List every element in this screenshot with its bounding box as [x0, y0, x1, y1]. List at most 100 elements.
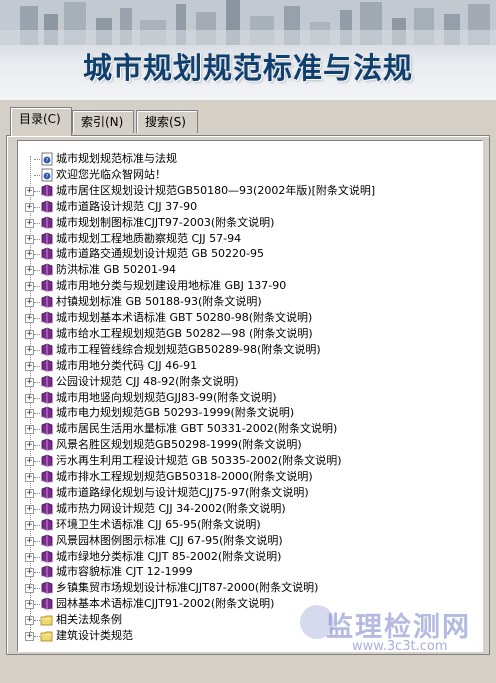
expand-toggle-icon[interactable]: +	[25, 218, 34, 228]
book-icon	[41, 391, 53, 405]
tree-item[interactable]: + 城市用地分类与规划建设用地标准 GBJ 137-90	[18, 278, 478, 294]
tree-item-label: 城市热力网设计规范 CJJ 34-2002(附条文说明)	[56, 501, 286, 515]
tree-item[interactable]: + 城市工程管线综合规划规范GB50289-98(附条文说明)	[18, 342, 478, 358]
expand-toggle-icon[interactable]: +	[25, 377, 34, 387]
expand-toggle-icon[interactable]: +	[25, 552, 34, 562]
book-icon	[41, 581, 53, 595]
tree-item-label: 城市规划工程地质勘察规范 CJJ 57-94	[56, 231, 242, 245]
expand-toggle-icon[interactable]: +	[25, 584, 34, 594]
book-icon	[41, 454, 53, 468]
city-skyline-image	[0, 0, 496, 45]
tree-item[interactable]: + 城市道路交通规划设计规范 GB 50220-95	[18, 246, 478, 262]
tree-item[interactable]: + 村镇规划标准 GB 50188-93(附条文说明)	[18, 294, 478, 310]
tab-search[interactable]: 搜索(S)	[136, 110, 198, 133]
book-icon	[41, 263, 53, 277]
tree-item[interactable]: + 城市电力规划规范GB 50293-1999(附条文说明)	[18, 405, 478, 421]
expand-toggle-icon[interactable]: +	[25, 488, 34, 498]
tree-item-label: 城市规划基本术语标准 GBT 50280-98(附条文说明)	[56, 311, 313, 324]
tree-item[interactable]: + 城市居民生活用水量标准 GBT 50331-2002(附条文说明)	[18, 421, 478, 437]
tree-item[interactable]: + 城市道路绿化规划与设计规范CJJ75-97(附条文说明)	[18, 485, 478, 501]
contents-tree[interactable]: ? 城市规划规范标准与法规? 欢迎您光临众智网站！ + 城市居住区规划设计规范GB501…	[17, 140, 483, 652]
expand-toggle-icon[interactable]: +	[25, 250, 34, 260]
tree-item-label: 乡镇集贸市场规划设计标准CJJT87-2000(附条文说明)	[56, 581, 319, 595]
book-icon	[41, 597, 53, 611]
expand-toggle-icon[interactable]: +	[25, 186, 34, 196]
tree-item-label: 风景园林图例图示标准 CJJ 67-95(附条文说明)	[56, 533, 283, 547]
expand-toggle-icon[interactable]: +	[25, 616, 34, 626]
book-icon	[41, 216, 53, 230]
tree-item[interactable]: + 城市规划制图标准CJJT97-2003(附条文说明)	[18, 215, 478, 231]
tree-item[interactable]: + 防洪标准 GB 50201-94	[18, 262, 478, 278]
help-page-icon: ?	[41, 152, 53, 166]
book-icon	[41, 518, 53, 532]
tree-item-label: 城市规划制图标准CJJT97-2003(附条文说明)	[56, 215, 275, 229]
tree-item[interactable]: + 环境卫生术语标准 CJJ 65-95(附条文说明)	[18, 517, 478, 533]
contents-panel: ? 城市规划规范标准与法规? 欢迎您光临众智网站！ + 城市居住区规划设计规范GB501…	[6, 135, 490, 655]
expand-toggle-icon[interactable]: +	[25, 536, 34, 546]
tree-item-label: 城市绿地分类标准 CJJT 85-2002(附条文说明)	[56, 549, 282, 563]
tree-item[interactable]: + 污水再生利用工程设计规范 GB 50335-2002(附条文说明)	[18, 453, 478, 469]
tree-item-label: 城市用地竖向规划规范GJJ83-99(附条文说明)	[56, 390, 277, 404]
expand-toggle-icon[interactable]: +	[25, 409, 34, 419]
tree-item-label: 城市居民生活用水量标准 GBT 50331-2002(附条文说明)	[56, 422, 338, 436]
tree-item[interactable]: ? 城市规划规范标准与法规	[18, 151, 478, 167]
expand-toggle-icon[interactable]: +	[25, 345, 34, 355]
tree-item[interactable]: + 城市容貌标准 CJT 12-1999	[18, 564, 478, 580]
watermark-url: www.3c3t.com	[352, 639, 448, 654]
expand-toggle-icon[interactable]: +	[25, 329, 34, 339]
tree-item-label: 欢迎您光临众智网站！	[56, 167, 166, 181]
expand-toggle-icon[interactable]: +	[25, 568, 34, 578]
tree-item[interactable]: + 城市绿地分类标准 CJJT 85-2002(附条文说明)	[18, 549, 478, 565]
tree-item[interactable]: + 城市热力网设计规范 CJJ 34-2002(附条文说明)	[18, 501, 478, 517]
tree-item[interactable]: + 城市排水工程规划规范GB50318-2000(附条文说明)	[18, 469, 478, 485]
expand-toggle-icon[interactable]: +	[25, 600, 34, 610]
folder-icon	[40, 615, 53, 626]
tree-item-label: 相关法规条例	[56, 613, 122, 627]
tree-item[interactable]: ? 欢迎您光临众智网站！	[18, 167, 478, 183]
expand-toggle-icon[interactable]: +	[25, 504, 34, 514]
expand-toggle-icon[interactable]: +	[25, 457, 34, 467]
header-banner: 城市规划规范标准与法规	[0, 0, 496, 100]
tab-strip: 目录(C) 索引(N) 搜索(S)	[6, 107, 490, 136]
book-icon	[41, 343, 53, 357]
expand-toggle-icon[interactable]: +	[25, 361, 34, 371]
tree-item-label: 城市道路绿化规划与设计规范CJJ75-97(附条文说明)	[56, 485, 309, 499]
tree-item-label: 城市道路设计规范 CJJ 37-90	[56, 199, 198, 213]
expand-toggle-icon[interactable]: +	[25, 282, 34, 292]
expand-toggle-icon[interactable]: +	[25, 425, 34, 435]
book-icon	[41, 184, 53, 198]
tree-item[interactable]: + 城市道路设计规范 CJJ 37-90	[18, 199, 478, 215]
tree-item[interactable]: + 城市给水工程规划规范GB 50282—98 (附条文说明)	[18, 326, 478, 342]
tree-item[interactable]: + 风景名胜区规划规范GB50298-1999(附条文说明)	[18, 437, 478, 453]
tab-index[interactable]: 索引(N)	[72, 110, 134, 133]
expand-toggle-icon[interactable]: +	[25, 393, 34, 403]
tree-item-label: 公园设计规范 CJJ 48-92(附条文说明)	[56, 374, 239, 388]
tree-item[interactable]: + 城市用地分类代码 CJJ 46-91	[18, 358, 478, 374]
book-icon	[41, 327, 53, 341]
expand-toggle-icon[interactable]: +	[25, 298, 34, 308]
tree-item[interactable]: + 城市规划基本术语标准 GBT 50280-98(附条文说明)	[18, 310, 478, 326]
book-icon	[41, 470, 53, 484]
expand-toggle-icon[interactable]: +	[25, 473, 34, 482]
book-icon	[41, 295, 53, 309]
expand-toggle-icon[interactable]: +	[25, 202, 34, 212]
tree-item[interactable]: + 城市规划工程地质勘察规范 CJJ 57-94	[18, 231, 478, 247]
tree-item[interactable]: + 城市居住区规划设计规范GB50180—93(2002年版)[附条文说明]	[18, 183, 478, 199]
tree-item-label: 城市用地分类与规划建设用地标准 GBJ 137-90	[56, 279, 287, 293]
tab-contents[interactable]: 目录(C)	[10, 107, 72, 136]
expand-toggle-icon[interactable]: +	[25, 520, 34, 530]
expand-toggle-icon[interactable]: +	[25, 632, 34, 641]
tree-item-label: 防洪标准 GB 50201-94	[56, 263, 177, 277]
tree-item[interactable]: + 风景园林图例图示标准 CJJ 67-95(附条文说明)	[18, 533, 478, 549]
book-icon	[41, 247, 53, 261]
book-icon	[41, 279, 53, 293]
tree-item[interactable]: + 公园设计规范 CJJ 48-92(附条文说明)	[18, 374, 478, 390]
expand-toggle-icon[interactable]: +	[25, 441, 34, 451]
expand-toggle-icon[interactable]: +	[25, 266, 34, 276]
tree-item[interactable]: + 乡镇集贸市场规划设计标准CJJT87-2000(附条文说明)	[18, 580, 478, 596]
watermark: 监理检测网 www.3c3t.com	[300, 605, 490, 655]
tree-item-label: 城市规划规范标准与法规	[56, 152, 177, 165]
expand-toggle-icon[interactable]: +	[25, 314, 34, 323]
tree-item[interactable]: + 城市用地竖向规划规范GJJ83-99(附条文说明)	[18, 390, 478, 406]
expand-toggle-icon[interactable]: +	[25, 234, 34, 244]
